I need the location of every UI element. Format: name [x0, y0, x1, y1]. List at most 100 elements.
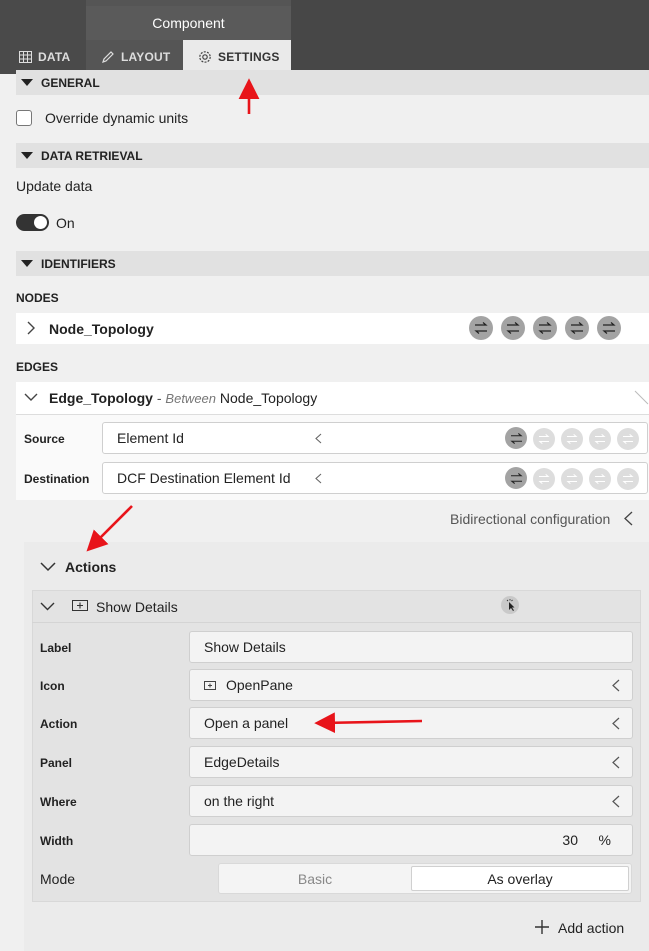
open-pane-icon — [204, 680, 216, 690]
collapse-triangle-icon — [21, 260, 33, 267]
edge-separator: - — [152, 390, 166, 406]
tab-settings[interactable]: SETTINGS — [183, 40, 291, 74]
gear-icon — [198, 50, 212, 64]
edge-row[interactable]: Edge_Topology - Between Node_Topology — [16, 382, 649, 415]
swap-icon[interactable] — [617, 428, 639, 450]
label-field-value: Show Details — [204, 639, 286, 655]
collapse-triangle-icon — [21, 152, 33, 159]
chevron-right-icon[interactable] — [27, 321, 36, 335]
label-field-label: Label — [40, 641, 72, 655]
where-field[interactable]: on the right — [189, 785, 633, 817]
destination-label: Destination — [24, 472, 90, 486]
chevron-down-icon[interactable] — [40, 562, 56, 572]
chevron-down-icon[interactable] — [24, 393, 38, 402]
mode-option-basic[interactable]: Basic — [221, 866, 409, 891]
where-field-label: Where — [40, 795, 77, 809]
top-bar-right — [291, 0, 649, 74]
edge-name: Edge_Topology — [49, 390, 153, 406]
swap-icon[interactable] — [617, 468, 639, 490]
open-pane-icon — [72, 600, 88, 611]
chevron-left-icon[interactable] — [315, 433, 322, 444]
edge-between: Between — [165, 391, 217, 406]
mode-option-as-overlay[interactable]: As overlay — [411, 866, 629, 891]
action-field[interactable]: Open a panel — [189, 707, 633, 739]
tab-data[interactable]: DATA — [0, 40, 86, 74]
node-row[interactable]: Node_Topology — [16, 313, 649, 344]
window-title: Component — [86, 6, 291, 40]
update-data-toggle[interactable] — [16, 214, 49, 231]
chevron-left-icon[interactable] — [315, 473, 322, 484]
mode-segmented-control[interactable]: Basic As overlay — [218, 863, 632, 894]
panel-field[interactable]: EdgeDetails — [189, 746, 633, 778]
action-field-value: Open a panel — [204, 715, 289, 731]
source-value: Element Id — [117, 430, 184, 446]
icon-field-value: OpenPane — [226, 677, 293, 693]
tab-layout-label: LAYOUT — [121, 50, 171, 64]
table-icon — [18, 50, 32, 64]
override-dynamic-units-checkbox[interactable] — [16, 110, 32, 126]
bidirectional-configuration-label[interactable]: Bidirectional configuration — [450, 511, 610, 527]
swap-icon[interactable] — [505, 427, 527, 449]
width-field-value: 30 — [562, 832, 578, 848]
edge-target: Node_Topology — [219, 390, 318, 406]
swap-icon[interactable] — [533, 316, 557, 340]
override-dynamic-units-label: Override dynamic units — [45, 110, 189, 126]
plus-icon[interactable] — [534, 919, 550, 935]
panel-field-label: Panel — [40, 756, 73, 770]
edges-label: EDGES — [16, 360, 59, 374]
chevron-down-icon[interactable] — [40, 602, 55, 611]
identifiers-header-label: IDENTIFIERS — [41, 256, 116, 271]
swap-icon[interactable] — [589, 428, 611, 450]
icon-field-label: Icon — [40, 679, 65, 693]
action-field-label: Action — [40, 717, 78, 731]
mode-label: Mode — [40, 871, 76, 887]
tab-layout[interactable]: LAYOUT — [86, 40, 183, 74]
nodes-label: NODES — [16, 291, 59, 305]
click-icon[interactable] — [501, 596, 519, 614]
width-field-label: Width — [40, 834, 74, 848]
toggle-state-label: On — [56, 215, 75, 231]
node-name: Node_Topology — [49, 321, 154, 337]
tab-settings-label: SETTINGS — [218, 50, 280, 64]
swap-icon[interactable] — [505, 467, 527, 489]
actions-header[interactable]: Actions — [65, 559, 116, 575]
label-field[interactable]: Show Details — [189, 631, 633, 663]
data-retrieval-section-header[interactable]: DATA RETRIEVAL — [16, 143, 649, 168]
panel-field-value: EdgeDetails — [204, 754, 280, 770]
chevron-left-icon[interactable] — [624, 511, 633, 526]
swap-icon[interactable] — [597, 316, 621, 340]
where-field-value: on the right — [204, 793, 275, 809]
width-field-unit: % — [598, 832, 611, 848]
chevron-left-icon[interactable] — [612, 679, 620, 692]
data-retrieval-header-label: DATA RETRIEVAL — [41, 148, 143, 163]
edge-title: Edge_Topology - Between Node_Topology — [49, 390, 317, 406]
chevron-left-icon[interactable] — [612, 795, 620, 808]
swap-icon[interactable] — [565, 316, 589, 340]
chevron-left-icon[interactable] — [612, 756, 620, 769]
icon-field[interactable]: OpenPane — [189, 669, 633, 701]
destination-field[interactable]: DCF Destination Element Id — [102, 462, 648, 494]
collapse-triangle-icon — [21, 79, 33, 86]
general-section-header[interactable]: GENERAL — [16, 70, 649, 95]
swap-icon[interactable] — [561, 468, 583, 490]
update-data-label: Update data — [16, 178, 93, 194]
pencil-icon — [101, 50, 115, 64]
swap-icon[interactable] — [469, 316, 493, 340]
swap-icon[interactable] — [589, 468, 611, 490]
add-action-button[interactable]: Add action — [558, 920, 624, 936]
chevron-left-icon[interactable] — [612, 717, 620, 730]
source-field[interactable]: Element Id — [102, 422, 648, 454]
swap-icon[interactable] — [533, 428, 555, 450]
swap-icon[interactable] — [533, 468, 555, 490]
annotation-arrow — [86, 505, 133, 552]
resize-handle-icon[interactable] — [633, 390, 649, 406]
identifiers-section-header[interactable]: IDENTIFIERS — [16, 251, 649, 276]
general-header-label: GENERAL — [41, 75, 100, 90]
tab-data-label: DATA — [38, 50, 71, 64]
swap-icon[interactable] — [561, 428, 583, 450]
action-item-title: Show Details — [96, 599, 178, 615]
swap-icon[interactable] — [501, 316, 525, 340]
destination-value: DCF Destination Element Id — [117, 470, 291, 486]
width-field[interactable]: 30 % — [189, 824, 633, 856]
toggle-knob — [34, 216, 47, 229]
